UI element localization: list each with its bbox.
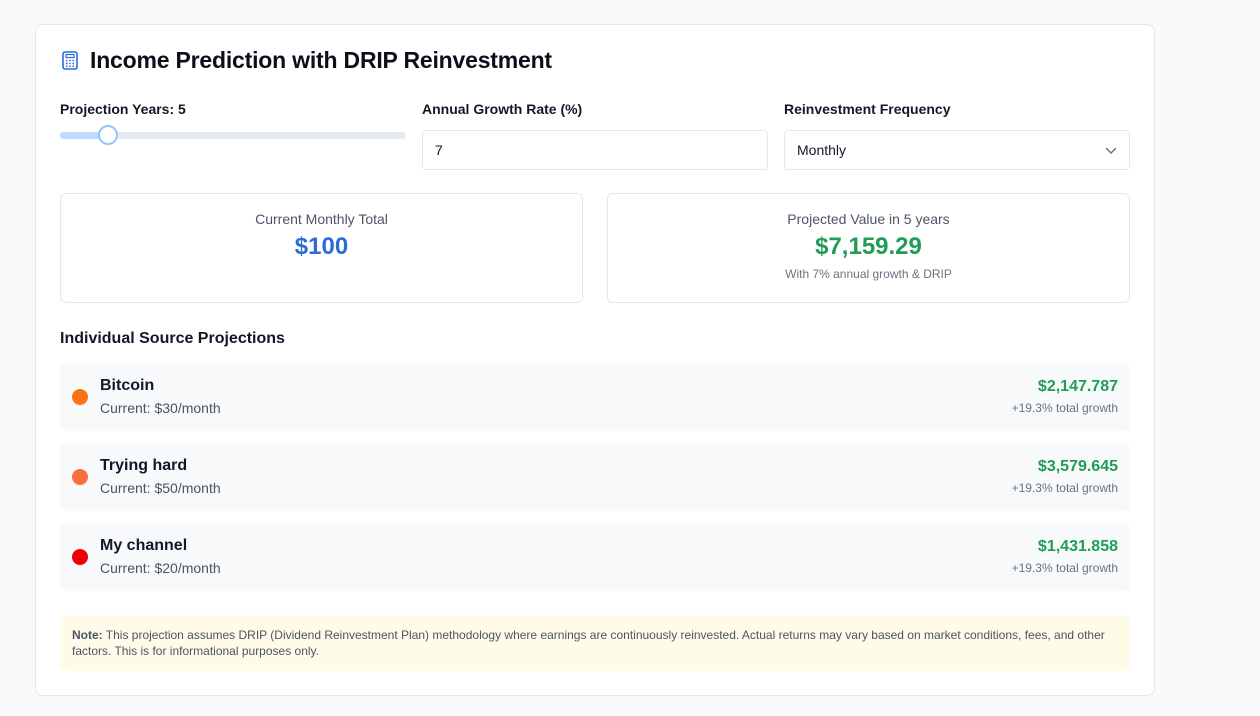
current-total-box: Current Monthly Total $100 <box>60 193 583 303</box>
chevron-down-icon <box>1105 142 1117 158</box>
current-total-label: Current Monthly Total <box>255 211 388 227</box>
source-projected-value: $2,147.787 <box>1037 378 1118 395</box>
slider-thumb[interactable] <box>98 125 118 145</box>
projected-value-label: Projected Value in 5 years <box>787 211 950 227</box>
disclaimer-note: Note: This projection assumes DRIP (Divi… <box>60 615 1130 671</box>
summary-row: Current Monthly Total $100 Projected Val… <box>60 193 1130 303</box>
section-title: Individual Source Projections <box>60 330 285 347</box>
source-name: Bitcoin <box>100 377 155 394</box>
source-projected-value: $1,431.858 <box>1037 538 1118 555</box>
frequency-control: Reinvestment Frequency Monthly <box>784 101 1130 170</box>
projection-controls: Projection Years: 5 Annual Growth Rate (… <box>60 101 1130 170</box>
calculator-icon <box>60 51 80 71</box>
card-header: Income Prediction with DRIP Reinvestment <box>60 47 552 74</box>
source-name: Trying hard <box>100 457 188 474</box>
income-prediction-card: Income Prediction with DRIP Reinvestment… <box>35 24 1155 696</box>
list-item: Bitcoin Current: $30/month $2,147.787 +1… <box>60 363 1130 431</box>
projected-value: $7,159.29 <box>815 233 922 260</box>
note-text: This projection assumes DRIP (Dividend R… <box>72 628 1105 658</box>
frequency-label: Reinvestment Frequency <box>784 101 951 117</box>
source-current: Current: $30/month <box>100 400 221 416</box>
source-growth: +19.3% total growth <box>1011 401 1118 415</box>
source-color-dot <box>72 549 88 565</box>
source-current: Current: $20/month <box>100 560 221 576</box>
list-item: My channel Current: $20/month $1,431.858… <box>60 523 1130 591</box>
years-label: Projection Years: 5 <box>60 101 186 117</box>
source-growth: +19.3% total growth <box>1011 561 1118 575</box>
current-total-value: $100 <box>294 233 349 260</box>
growth-control: Annual Growth Rate (%) <box>422 101 768 170</box>
growth-label: Annual Growth Rate (%) <box>422 101 583 117</box>
source-color-dot <box>72 469 88 485</box>
years-slider[interactable] <box>60 122 406 146</box>
source-growth: +19.3% total growth <box>1011 481 1118 495</box>
frequency-select[interactable]: Monthly <box>784 130 1130 170</box>
note-label: Note: <box>72 628 103 642</box>
source-list: Bitcoin Current: $30/month $2,147.787 +1… <box>60 363 1130 603</box>
source-current: Current: $50/month <box>100 480 221 496</box>
source-color-dot <box>72 389 88 405</box>
growth-rate-input[interactable] <box>422 130 768 170</box>
source-name: My channel <box>100 537 188 554</box>
years-control: Projection Years: 5 <box>60 101 406 170</box>
projected-value-box: Projected Value in 5 years $7,159.29 Wit… <box>607 193 1130 303</box>
source-projected-value: $3,579.645 <box>1037 458 1118 475</box>
page-title: Income Prediction with DRIP Reinvestment <box>90 47 552 73</box>
frequency-selected-value: Monthly <box>797 142 847 158</box>
list-item: Trying hard Current: $50/month $3,579.64… <box>60 443 1130 511</box>
projected-value-subtext: With 7% annual growth & DRIP <box>785 267 952 281</box>
